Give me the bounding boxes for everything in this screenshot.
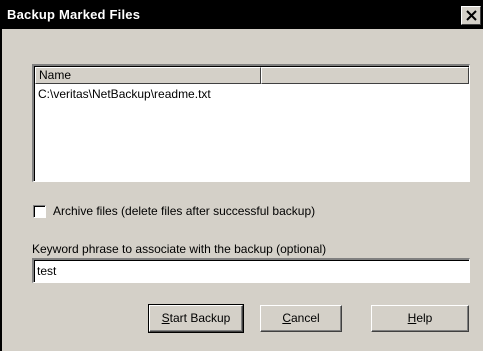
cancel-label: ancel (290, 311, 320, 325)
archive-files-option[interactable]: Archive files (delete files after succes… (33, 204, 315, 218)
file-list[interactable]: Name C:\veritas\NetBackup\readme.txt (32, 64, 470, 182)
start-backup-label: tart Backup (169, 311, 231, 325)
column-header-name[interactable]: Name (35, 67, 261, 84)
keyword-label: Keyword phrase to associate with the bac… (32, 242, 327, 256)
cancel-button[interactable]: Cancel (260, 305, 342, 332)
keyword-input[interactable] (32, 258, 470, 283)
help-label: elp (416, 311, 433, 325)
backup-marked-files-dialog: Backup Marked Files Name C:\veritas\NetB… (0, 0, 483, 351)
column-header-blank[interactable] (261, 67, 469, 84)
file-list-rows: C:\veritas\NetBackup\readme.txt (35, 86, 469, 102)
start-backup-button[interactable]: Start Backup (148, 304, 244, 333)
close-button[interactable] (461, 6, 481, 25)
list-item[interactable]: C:\veritas\NetBackup\readme.txt (35, 86, 469, 102)
close-icon (466, 10, 477, 21)
start-backup-mnemonic: S (161, 311, 170, 325)
archive-files-checkbox[interactable] (33, 204, 46, 218)
help-button[interactable]: Help (371, 305, 469, 332)
cancel-mnemonic: C (282, 311, 291, 325)
title-bar[interactable]: Backup Marked Files (2, 2, 483, 29)
file-list-header: Name (35, 67, 469, 84)
archive-files-label[interactable]: Archive files (delete files after succes… (53, 204, 315, 218)
window-title: Backup Marked Files (7, 7, 141, 22)
